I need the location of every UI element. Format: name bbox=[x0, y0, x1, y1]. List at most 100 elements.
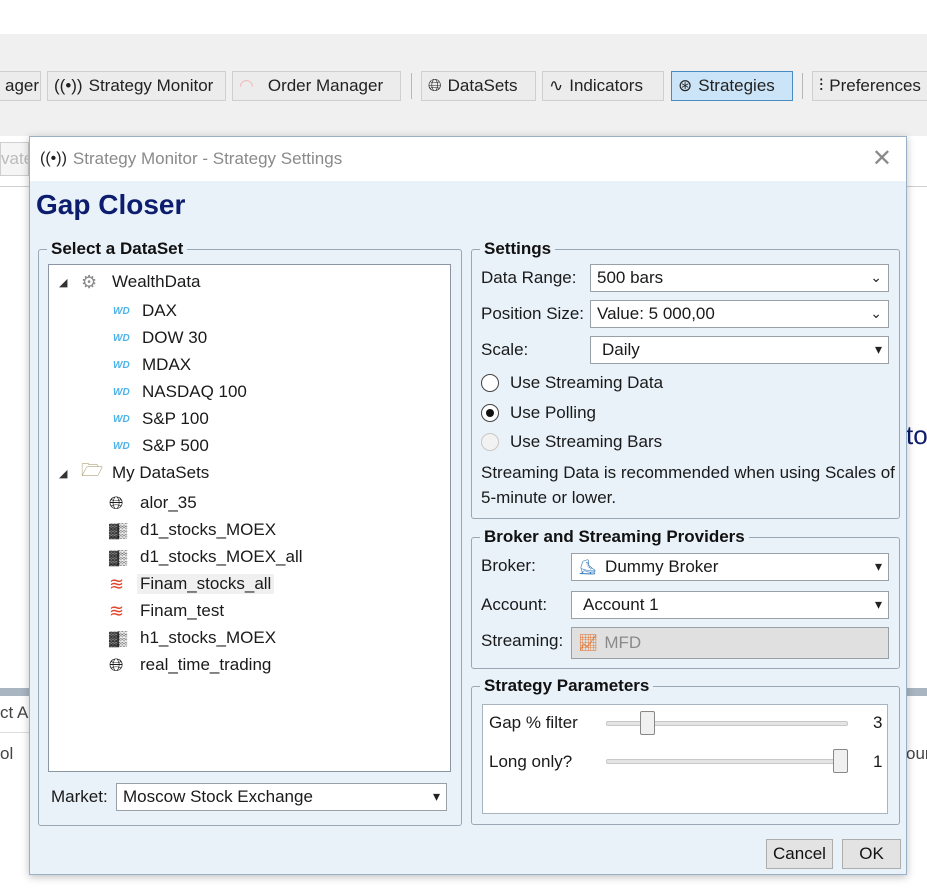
finam-icon: ≋ bbox=[109, 573, 125, 594]
chart-icon: 📈︎ bbox=[578, 635, 599, 652]
param-slider-track[interactable] bbox=[606, 759, 848, 764]
wave-icon: ∿ bbox=[549, 76, 564, 95]
param-label-long-only: Long only? bbox=[489, 752, 573, 771]
tree-item[interactable]: WD S&P 500 bbox=[113, 434, 212, 458]
chevron-down-icon: ▾ bbox=[874, 558, 882, 574]
globe-icon: 🌐︎ bbox=[109, 654, 124, 675]
group-legend: Broker and Streaming Providers bbox=[480, 527, 749, 547]
radio-circle-selected[interactable] bbox=[481, 404, 499, 422]
broker-select[interactable]: ⛸ Dummy Broker ▾ bbox=[571, 553, 889, 581]
account-select[interactable]: Account 1 ▾ bbox=[571, 591, 889, 619]
background-button-fragment: vate bbox=[0, 142, 29, 176]
account-label: Account: bbox=[481, 595, 548, 614]
noise-icon: ▓▒ bbox=[109, 630, 127, 646]
strategy-settings-dialog: ((•)) Strategy Monitor - Strategy Settin… bbox=[29, 136, 907, 875]
ok-button[interactable]: OK bbox=[842, 839, 901, 869]
toolbar-label: Order Manager bbox=[267, 76, 384, 95]
tree-item[interactable]: WD S&P 100 bbox=[113, 407, 212, 431]
toolbar-label: Indicators bbox=[569, 76, 643, 95]
expand-arrow-icon[interactable]: ◢ bbox=[59, 467, 67, 480]
tree-node-my-datasets[interactable]: ◢ 🗁 My DataSets bbox=[59, 460, 212, 485]
cancel-button[interactable]: Cancel bbox=[766, 839, 833, 869]
radio-use-streaming-bars[interactable]: Use Streaming Bars bbox=[481, 432, 662, 452]
sliders-icon: ⫶ bbox=[819, 76, 824, 95]
data-range-select[interactable]: 500 bars ⌄ bbox=[590, 264, 889, 292]
background-text-fragment: ol bbox=[0, 744, 14, 763]
streaming-label: Streaming: bbox=[481, 631, 564, 650]
tree-item[interactable]: WD DAX bbox=[113, 299, 180, 323]
finam-icon: ≋ bbox=[109, 600, 125, 621]
tree-item[interactable]: WD MDAX bbox=[113, 353, 194, 377]
background-text-fragment: to bbox=[906, 420, 927, 450]
broadcast-icon: ((•)) bbox=[40, 150, 67, 167]
market-select[interactable]: Moscow Stock Exchange ▾ bbox=[116, 783, 447, 811]
background-text-fragment: ct A bbox=[0, 703, 29, 722]
wd-icon: WD bbox=[113, 332, 130, 344]
dialog-titlebar[interactable]: ((•)) Strategy Monitor - Strategy Settin… bbox=[30, 137, 906, 181]
tree-item[interactable]: 🌐︎ alor_35 bbox=[109, 491, 200, 515]
streaming-select[interactable]: 📈︎ MFD bbox=[571, 627, 889, 659]
toolbar-button-order-manager[interactable]: ◠ Order Manager bbox=[232, 71, 401, 101]
globe-icon: 🌐︎ bbox=[109, 492, 124, 513]
wd-icon: WD bbox=[113, 359, 130, 371]
tree-item[interactable]: ≋ Finam_test bbox=[109, 599, 227, 623]
scale-select[interactable]: Daily ▾ bbox=[590, 336, 889, 364]
market-label: Market: bbox=[51, 787, 108, 806]
tree-node-wealthdata[interactable]: ◢ ⚙ WealthData bbox=[59, 270, 204, 294]
toolbar-button-strategy-monitor[interactable]: ((•)) Strategy Monitor bbox=[47, 71, 226, 101]
dataset-tree[interactable]: ◢ ⚙ WealthData WD DAX WD DOW 30 WD MDAX WD N… bbox=[48, 264, 451, 772]
background-splitter bbox=[0, 688, 29, 696]
tree-item[interactable]: ▓▒ d1_stocks_MOEX bbox=[109, 518, 279, 542]
background-panel-left bbox=[0, 136, 30, 888]
param-slider-thumb[interactable] bbox=[833, 749, 848, 773]
app-top-area bbox=[0, 0, 927, 34]
toolbar-button-datasets[interactable]: 🌐︎ DataSets bbox=[421, 71, 536, 101]
background-panel-right bbox=[906, 136, 927, 888]
close-icon[interactable]: ✕ bbox=[872, 147, 892, 171]
toolbar-separator bbox=[802, 73, 803, 99]
radio-circle[interactable] bbox=[481, 374, 499, 392]
toolbar-label: Strategies bbox=[698, 76, 775, 95]
tree-item[interactable]: 🌐︎ real_time_trading bbox=[109, 653, 274, 677]
market-value: Moscow Stock Exchange bbox=[123, 787, 313, 806]
group-legend: Strategy Parameters bbox=[480, 676, 654, 696]
background-splitter bbox=[906, 688, 927, 696]
position-size-select[interactable]: Value: 5 000,00 ⌄ bbox=[590, 300, 889, 328]
background-divider bbox=[0, 186, 29, 187]
wd-icon: WD bbox=[113, 305, 130, 317]
wd-icon: WD bbox=[113, 386, 130, 398]
radio-use-streaming-data[interactable]: Use Streaming Data bbox=[481, 373, 663, 393]
broadcast-icon: ((•)) bbox=[54, 76, 83, 95]
parameters-panel: Gap % filter 3 Long only? 1 bbox=[482, 704, 888, 814]
background-divider bbox=[0, 732, 29, 733]
radio-use-polling[interactable]: Use Polling bbox=[481, 403, 596, 423]
toolbar-button-strategies[interactable]: ⊛ Strategies bbox=[671, 71, 793, 101]
param-value: 3 bbox=[873, 713, 883, 732]
toolbar-button-preferences[interactable]: ⫶ Preferences bbox=[812, 71, 927, 101]
background-divider bbox=[906, 186, 927, 187]
tree-item[interactable]: ▓▒ h1_stocks_MOEX bbox=[109, 626, 279, 650]
toolbar-button-indicators[interactable]: ∿ Indicators bbox=[542, 71, 664, 101]
background-text-fragment: our bbox=[906, 744, 927, 763]
wd-icon: WD bbox=[113, 440, 130, 452]
chevron-down-icon: ▾ bbox=[874, 596, 882, 612]
position-size-label: Position Size: bbox=[481, 304, 584, 323]
toolbar-button-manager[interactable]: ager bbox=[0, 71, 41, 101]
toolbar-label: ager bbox=[5, 76, 40, 95]
param-slider-thumb[interactable] bbox=[640, 711, 656, 735]
tree-item-selected[interactable]: ≋ Finam_stocks_all bbox=[109, 572, 275, 596]
toolbar-separator bbox=[411, 73, 412, 99]
radio-circle-disabled[interactable] bbox=[481, 433, 499, 451]
group-legend: Settings bbox=[480, 239, 556, 259]
tree-item[interactable]: WD DOW 30 bbox=[113, 326, 210, 350]
broker-label: Broker: bbox=[481, 556, 536, 575]
expand-arrow-icon[interactable]: ◢ bbox=[59, 276, 67, 289]
data-range-label: Data Range: bbox=[481, 268, 577, 287]
brain-icon: ⊛ bbox=[678, 76, 693, 95]
chevron-down-icon: ▾ bbox=[874, 341, 882, 357]
streaming-note: Streaming Data is recommended when using… bbox=[481, 463, 895, 507]
globe-icon: 🌐︎ bbox=[428, 76, 442, 95]
tree-item[interactable]: WD NASDAQ 100 bbox=[113, 380, 250, 404]
tree-item[interactable]: ▓▒ d1_stocks_MOEX_all bbox=[109, 545, 306, 569]
gear-icon: ⚙ bbox=[81, 271, 98, 292]
